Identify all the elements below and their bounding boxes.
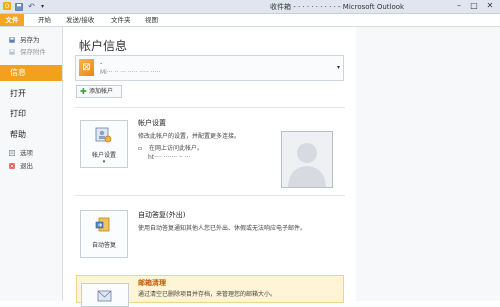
- nav-save-as-label: 另存为: [20, 36, 40, 44]
- nav-help[interactable]: 帮助: [0, 127, 62, 143]
- mailbox-cleanup-title: 邮箱清理: [138, 279, 166, 287]
- web-access-link[interactable]: ht···· ······· ·· ···: [148, 154, 190, 161]
- automatic-replies-icon: [95, 217, 110, 232]
- tab-folder[interactable]: 文件夹: [111, 14, 131, 26]
- bullet-icon: ▫: [138, 145, 143, 152]
- save-as-icon: [9, 37, 15, 43]
- account-settings-button[interactable]: 帐户设置 ▾: [80, 120, 128, 168]
- maximize-button[interactable]: □: [467, 0, 481, 12]
- page-title: 帐户信息: [79, 39, 128, 53]
- plus-icon: ✚: [80, 87, 87, 96]
- chevron-down-icon: ▾: [102, 159, 106, 165]
- window-titlebar: O ↶ ▾ 收件箱 - · · · · · · · · · - Microsof…: [0, 0, 500, 14]
- web-access-label: 在网上访问此帐户。: [149, 145, 204, 152]
- account-settings-icon: [95, 127, 112, 143]
- save-icon[interactable]: [14, 2, 23, 11]
- save-attachments-icon: [9, 49, 15, 55]
- account-details-panel: [356, 27, 500, 301]
- tab-file[interactable]: 文件: [0, 14, 24, 26]
- nav-exit-label: 退出: [20, 162, 33, 170]
- add-account-label: 添加帐户: [89, 88, 114, 95]
- divider: [75, 107, 345, 108]
- options-icon: [9, 150, 15, 156]
- chevron-down-icon[interactable]: ▾: [337, 64, 340, 71]
- account-settings-button-label: 帐户设置: [91, 152, 116, 159]
- tab-home[interactable]: 开始: [38, 14, 51, 26]
- automatic-replies-title: 自动答复(外出): [138, 211, 186, 219]
- account-settings-title: 帐户设置: [138, 119, 166, 127]
- nav-open[interactable]: 打开: [0, 86, 62, 102]
- window-title: 收件箱 - · · · · · · · · · - Microsoft Outl…: [270, 3, 405, 11]
- divider: [75, 195, 345, 196]
- nav-save-attachments-label: 保存附件: [20, 48, 46, 56]
- nav-info-label: 信息: [10, 68, 26, 77]
- minimize-button[interactable]: –: [452, 0, 466, 12]
- nav-print-label: 打印: [10, 109, 26, 118]
- nav-options[interactable]: 选项: [0, 148, 62, 158]
- automatic-replies-description: 使用自动答复通知其他人您已外出、休假或无法响应电子邮件。: [138, 225, 307, 232]
- mailbox-cleanup-description: 通过清空已删除项目并存档，来管理您的邮箱大小。: [138, 291, 277, 298]
- nav-save-attachments[interactable]: 保存附件: [0, 47, 62, 57]
- account-name: -: [100, 59, 103, 67]
- ribbon-tabs: 文件 开始 发送/接收 文件夹 视图: [0, 14, 500, 27]
- close-button[interactable]: ✕: [483, 0, 497, 12]
- account-type: Mi··· ·· ··· ····· ····· ·····: [100, 69, 161, 76]
- nav-print[interactable]: 打印: [0, 106, 62, 122]
- account-selector[interactable]: ⊠ - Mi··· ·· ··· ····· ····· ····· ▾: [75, 55, 344, 81]
- nav-options-label: 选项: [20, 149, 33, 157]
- account-info-panel: 帐户信息 ⊠ - Mi··· ·· ··· ····· ····· ····· …: [63, 27, 355, 307]
- undo-icon[interactable]: ↶: [27, 2, 36, 11]
- tab-view[interactable]: 视图: [145, 14, 158, 26]
- outlook-logo-icon: O: [3, 2, 11, 10]
- customize-toolbar-icon[interactable]: ▾: [38, 2, 47, 11]
- account-settings-description: 修改此帐户的设置，并配置更多连接。: [138, 133, 241, 140]
- automatic-replies-button-label: 自动答复: [91, 242, 116, 249]
- nav-exit[interactable]: 退出: [0, 161, 62, 171]
- mailbox-cleanup-icon: [97, 290, 112, 302]
- exit-icon: [9, 163, 15, 169]
- nav-info[interactable]: 信息: [0, 65, 62, 81]
- backstage-nav: 另存为 保存附件 信息 打开 打印 帮助 选项 退出: [0, 27, 63, 301]
- mailbox-cleanup-section: 邮箱清理 通过清空已删除项目并存档，来管理您的邮箱大小。: [76, 275, 344, 307]
- nav-save-as[interactable]: 另存为: [0, 35, 62, 45]
- mailbox-cleanup-button[interactable]: [81, 283, 129, 307]
- nav-help-label: 帮助: [10, 130, 26, 139]
- person-silhouette-icon: [282, 132, 332, 187]
- profile-photo-placeholder[interactable]: [281, 131, 333, 188]
- tab-send-receive[interactable]: 发送/接收: [66, 14, 94, 26]
- account-icon: ⊠: [79, 59, 94, 76]
- nav-open-label: 打开: [10, 89, 26, 98]
- add-account-button[interactable]: ✚ 添加帐户: [76, 85, 122, 98]
- web-access-item: ▫ 在网上访问此帐户。: [138, 143, 203, 152]
- automatic-replies-button[interactable]: 自动答复: [80, 210, 128, 258]
